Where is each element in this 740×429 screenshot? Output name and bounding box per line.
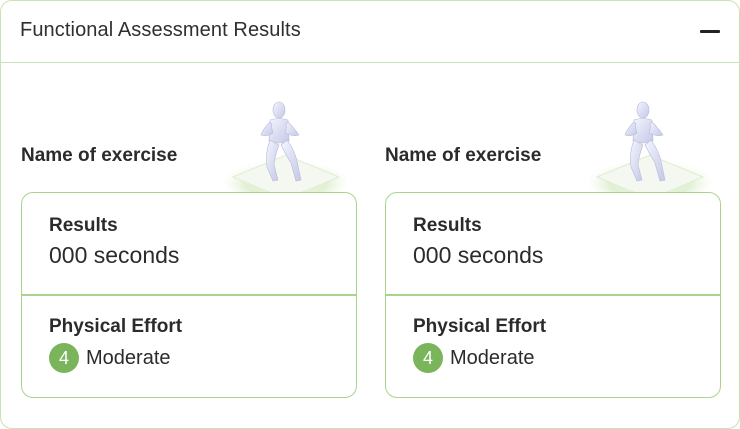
physical-effort-row: 4 Moderate <box>49 343 171 373</box>
results-value: 000 seconds <box>413 242 544 268</box>
exercise-block: Name of exercise Results 000 seconds Phy… <box>385 97 721 399</box>
collapse-button[interactable] <box>699 21 721 43</box>
effort-level-badge: 4 <box>413 343 443 373</box>
exercise-name: Name of exercise <box>385 145 542 166</box>
results-value: 000 seconds <box>49 242 180 268</box>
functional-assessment-panel: Functional Assessment Results Name of ex… <box>0 0 740 429</box>
card-divider <box>386 294 720 296</box>
physical-effort-label: Physical Effort <box>49 316 183 337</box>
result-card: Results 000 seconds Physical Effort 4 Mo… <box>385 192 721 398</box>
effort-level-text: Moderate <box>86 346 171 369</box>
minus-icon <box>700 30 720 33</box>
exercise-figure-icon <box>224 101 348 201</box>
card-divider <box>22 294 356 296</box>
panel-title: Functional Assessment Results <box>20 19 301 41</box>
physical-effort-label: Physical Effort <box>413 316 547 337</box>
results-label: Results <box>413 215 482 236</box>
result-card: Results 000 seconds Physical Effort 4 Mo… <box>21 192 357 398</box>
exercise-block: Name of exercise Results 000 seconds Phy… <box>21 97 357 399</box>
exercise-figure-icon <box>588 101 712 201</box>
effort-level-badge: 4 <box>49 343 79 373</box>
effort-level-text: Moderate <box>450 346 535 369</box>
physical-effort-row: 4 Moderate <box>413 343 535 373</box>
results-label: Results <box>49 215 118 236</box>
exercise-name: Name of exercise <box>21 145 178 166</box>
panel-header: Functional Assessment Results <box>1 1 739 63</box>
